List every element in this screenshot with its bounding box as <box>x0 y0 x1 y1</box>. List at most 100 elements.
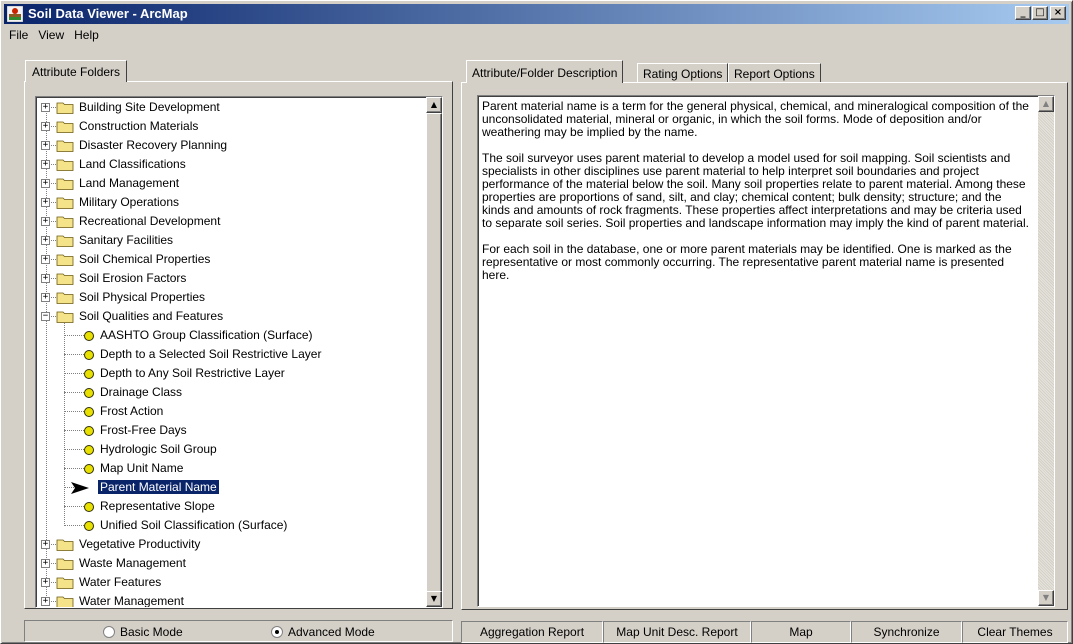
description-text: Parent material name is a term for the g… <box>482 100 1032 295</box>
mode-selector: Basic Mode Advanced Mode <box>24 620 453 642</box>
expand-icon[interactable]: + <box>41 122 50 131</box>
radio-selected-icon <box>271 626 283 638</box>
tree-folder-label[interactable]: Vegetative Productivity <box>77 537 202 551</box>
tree-attribute-label[interactable]: Representative Slope <box>98 499 217 513</box>
tree-attribute-label[interactable]: Depth to a Selected Soil Restrictive Lay… <box>98 347 323 361</box>
map-button[interactable]: Map <box>751 621 851 643</box>
expand-icon[interactable]: + <box>41 578 50 587</box>
basic-mode-radio[interactable]: Basic Mode <box>103 625 183 639</box>
expand-icon[interactable]: + <box>41 236 50 245</box>
scroll-thumb[interactable] <box>426 113 442 593</box>
tree-connector <box>64 525 84 526</box>
tree-connector <box>64 430 84 431</box>
expand-icon[interactable]: + <box>41 540 50 549</box>
attribute-icon <box>84 369 94 379</box>
tab-report-options[interactable]: Report Options <box>728 63 821 83</box>
menu-file[interactable]: File <box>4 25 33 42</box>
tree-folder-label[interactable]: Building Site Development <box>77 100 222 114</box>
minimize-button[interactable]: _ <box>1015 6 1031 20</box>
tree-connector <box>64 411 84 412</box>
tree-scrollbar[interactable]: ▲ ▼ <box>426 97 442 607</box>
tree-connector <box>64 468 84 469</box>
tree-connector <box>64 354 84 355</box>
attribute-icon <box>84 464 94 474</box>
tab-attribute-folder-description[interactable]: Attribute/Folder Description <box>466 60 624 83</box>
tree-attribute-label[interactable]: Depth to Any Soil Restrictive Layer <box>98 366 287 380</box>
scroll-down-icon[interactable]: ▼ <box>426 591 442 607</box>
expand-icon[interactable]: + <box>41 559 50 568</box>
aggregation-report-button[interactable]: Aggregation Report <box>461 621 603 643</box>
tab-attribute-folders[interactable]: Attribute Folders <box>25 60 128 82</box>
attribute-tree[interactable]: + Building Site Development + Construction … <box>35 96 443 608</box>
expand-icon[interactable]: + <box>41 179 50 188</box>
description-paragraph: Parent material name is a term for the g… <box>482 99 1029 139</box>
tree-folder-label[interactable]: Construction Materials <box>77 119 200 133</box>
tree-connector <box>64 392 84 393</box>
menu-bar: File View Help <box>4 25 104 45</box>
menu-help[interactable]: Help <box>69 25 104 42</box>
basic-mode-label: Basic Mode <box>120 625 183 639</box>
tree-folder-label[interactable]: Recreational Development <box>77 214 222 228</box>
attribute-icon <box>84 388 94 398</box>
menu-view[interactable]: View <box>33 25 69 42</box>
expand-icon[interactable]: + <box>41 274 50 283</box>
expand-icon[interactable]: + <box>41 255 50 264</box>
expand-icon[interactable]: + <box>41 103 50 112</box>
tree-folder-label[interactable]: Water Features <box>77 575 163 589</box>
description-scrollbar[interactable]: ▲ ▼ <box>1038 96 1054 606</box>
tree-folder-label[interactable]: Water Management <box>77 594 186 607</box>
tree-attribute-label[interactable]: Hydrologic Soil Group <box>98 442 219 456</box>
expand-icon[interactable]: + <box>41 160 50 169</box>
expand-icon[interactable]: + <box>41 217 50 226</box>
expand-icon[interactable]: + <box>41 141 50 150</box>
tree-attribute-label[interactable]: Unified Soil Classification (Surface) <box>98 518 289 532</box>
tree-connector <box>64 449 84 450</box>
tree-connector <box>64 335 84 336</box>
tree-folder-label[interactable]: Soil Erosion Factors <box>77 271 188 285</box>
tree-folder-label[interactable]: Sanitary Facilities <box>77 233 175 247</box>
maximize-button[interactable]: □ <box>1032 6 1048 20</box>
tree-folder-label[interactable]: Land Management <box>77 176 181 190</box>
tree-folder-label[interactable]: Land Classifications <box>77 157 188 171</box>
expand-icon[interactable]: + <box>41 198 50 207</box>
tree-folder-label[interactable]: Military Operations <box>77 195 181 209</box>
scroll-down-icon[interactable]: ▼ <box>1038 590 1054 606</box>
expand-icon[interactable]: + <box>41 597 50 606</box>
map-unit-desc-report-button[interactable]: Map Unit Desc. Report <box>603 621 751 643</box>
tree-attribute-label[interactable]: AASHTO Group Classification (Surface) <box>98 328 315 342</box>
attribute-icon <box>84 426 94 436</box>
scroll-up-icon[interactable]: ▲ <box>426 97 442 113</box>
close-button[interactable]: × <box>1050 6 1066 20</box>
expand-icon[interactable]: + <box>41 293 50 302</box>
attribute-icon <box>84 331 94 341</box>
description-textbox[interactable]: Parent material name is a term for the g… <box>477 95 1055 607</box>
scroll-up-icon[interactable]: ▲ <box>1038 96 1054 112</box>
window-title: Soil Data Viewer - ArcMap <box>28 6 188 21</box>
tree-attribute-label[interactable]: Map Unit Name <box>98 461 185 475</box>
tree-attribute-label[interactable]: Drainage Class <box>98 385 184 399</box>
attribute-icon <box>84 407 94 417</box>
description-paragraph: The soil surveyor uses parent material t… <box>482 151 1029 230</box>
tree-attribute-label[interactable]: Frost Action <box>98 404 165 418</box>
attribute-icon <box>84 445 94 455</box>
tree-folder-label[interactable]: Soil Physical Properties <box>77 290 207 304</box>
tree-attribute-label[interactable]: Frost-Free Days <box>98 423 189 437</box>
tree-folder-label[interactable]: Disaster Recovery Planning <box>77 138 229 152</box>
collapse-icon[interactable]: − <box>41 312 50 321</box>
tab-rating-options[interactable]: Rating Options <box>637 63 729 83</box>
attribute-icon <box>84 502 94 512</box>
tree-folder-label[interactable]: Waste Management <box>77 556 188 570</box>
clear-themes-button[interactable]: Clear Themes <box>962 621 1068 643</box>
tree-connector <box>64 506 84 507</box>
title-bar[interactable]: Soil Data Viewer - ArcMap _ □ × <box>4 4 1069 24</box>
tree-attribute-label-selected[interactable]: Parent Material Name <box>97 479 220 495</box>
synchronize-button[interactable]: Synchronize <box>851 621 962 643</box>
advanced-mode-radio[interactable]: Advanced Mode <box>271 625 375 639</box>
app-icon <box>7 6 23 22</box>
radio-icon <box>103 626 115 638</box>
tree-connector <box>64 373 84 374</box>
tree-folder-label[interactable]: Soil Qualities and Features <box>77 309 225 323</box>
description-paragraph: For each soil in the database, one or mo… <box>482 242 1012 282</box>
tree-folder-label[interactable]: Soil Chemical Properties <box>77 252 212 266</box>
attribute-icon <box>84 521 94 531</box>
